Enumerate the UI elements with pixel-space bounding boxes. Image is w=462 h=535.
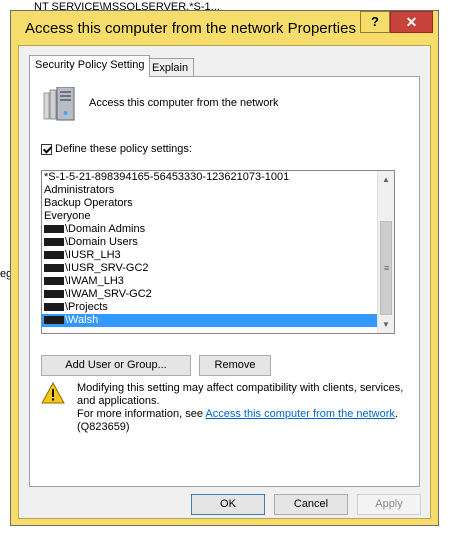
dialog-body: Security Policy Setting Explain Access t… [18, 45, 431, 519]
warning-icon [41, 382, 65, 404]
account-name: \Walsh [65, 314, 99, 326]
policy-name: Access this computer from the network [89, 97, 279, 109]
dialog-title: Access this computer from the network Pr… [25, 20, 356, 37]
redacted-domain [44, 303, 64, 312]
list-item[interactable]: Administrators [42, 184, 378, 197]
define-policy-row[interactable]: Define these policy settings: [41, 143, 192, 155]
warning-text: Modifying this setting may affect compat… [77, 382, 404, 407]
list-item[interactable]: \Projects [42, 301, 378, 314]
list-item[interactable]: \IUSR_SRV-GC2 [42, 262, 378, 275]
account-name: \Domain Admins [65, 223, 146, 235]
account-name: Backup Operators [44, 197, 133, 209]
close-button[interactable]: ✕ [390, 11, 433, 33]
help-button[interactable]: ? [360, 11, 390, 33]
define-policy-label: Define these policy settings: [55, 143, 192, 155]
add-user-or-group-button[interactable]: Add User or Group... [41, 355, 191, 376]
properties-dialog: Access this computer from the network Pr… [10, 10, 439, 526]
kb-reference: (Q823659) [77, 421, 130, 433]
more-info-prefix: For more information, see [77, 408, 206, 420]
list-item[interactable]: \IWAM_SRV-GC2 [42, 288, 378, 301]
tab-explain[interactable]: Explain [146, 58, 195, 78]
accounts-scrollbar[interactable]: ▲ ≡ ▼ [377, 171, 394, 333]
account-name: \IWAM_LH3 [65, 275, 124, 287]
account-name: \IWAM_SRV-GC2 [65, 288, 152, 300]
cancel-button[interactable]: Cancel [274, 494, 348, 515]
account-name: \Projects [65, 301, 108, 313]
redacted-domain [44, 225, 64, 234]
account-name: \IUSR_LH3 [65, 249, 121, 261]
title-bar[interactable]: Access this computer from the network Pr… [11, 11, 438, 45]
account-name: Everyone [44, 210, 91, 222]
redacted-domain [44, 277, 64, 286]
apply-button[interactable]: Apply [357, 494, 421, 515]
tab-security-policy-setting[interactable]: Security Policy Setting [29, 55, 151, 77]
redacted-domain [44, 251, 64, 260]
scroll-down-arrow[interactable]: ▼ [378, 316, 394, 333]
more-info-suffix: . [394, 408, 398, 420]
accounts-listbox[interactable]: *S-1-5-21-898394165-56453330-123621073-1… [41, 170, 395, 334]
scroll-thumb[interactable]: ≡ [380, 221, 392, 315]
compatibility-warning: Modifying this setting may affect compat… [77, 382, 407, 434]
redacted-domain [44, 264, 64, 273]
account-name: \IUSR_SRV-GC2 [65, 262, 149, 274]
list-item[interactable]: \Domain Admins [42, 223, 378, 236]
policy-help-link[interactable]: Access this computer from the network [205, 408, 395, 420]
account-name: *S-1-5-21-898394165-56453330-123621073-1… [44, 171, 290, 183]
scroll-grip-icon: ≡ [384, 263, 390, 273]
list-item[interactable]: Backup Operators [42, 197, 378, 210]
ok-button[interactable]: OK [191, 494, 265, 515]
account-name: \Domain Users [65, 236, 138, 248]
tab-panel: Access this computer from the network De… [29, 76, 420, 487]
list-item[interactable]: \IUSR_LH3 [42, 249, 378, 262]
list-item[interactable]: *S-1-5-21-898394165-56453330-123621073-1… [42, 171, 378, 184]
account-name: Administrators [44, 184, 115, 196]
list-item[interactable]: Everyone [42, 210, 378, 223]
server-policy-icon [43, 87, 75, 121]
redacted-domain [44, 290, 64, 299]
redacted-domain [44, 316, 64, 325]
scroll-up-arrow[interactable]: ▲ [378, 171, 394, 188]
remove-button[interactable]: Remove [199, 355, 271, 376]
redacted-domain [44, 238, 64, 247]
accounts-list: *S-1-5-21-898394165-56453330-123621073-1… [42, 171, 378, 327]
more-info-line: For more information, see Access this co… [77, 408, 407, 421]
list-item[interactable]: \IWAM_LH3 [42, 275, 378, 288]
list-item[interactable]: \Domain Users [42, 236, 378, 249]
list-item[interactable]: \Walsh [42, 314, 378, 327]
define-policy-checkbox[interactable] [41, 143, 52, 155]
